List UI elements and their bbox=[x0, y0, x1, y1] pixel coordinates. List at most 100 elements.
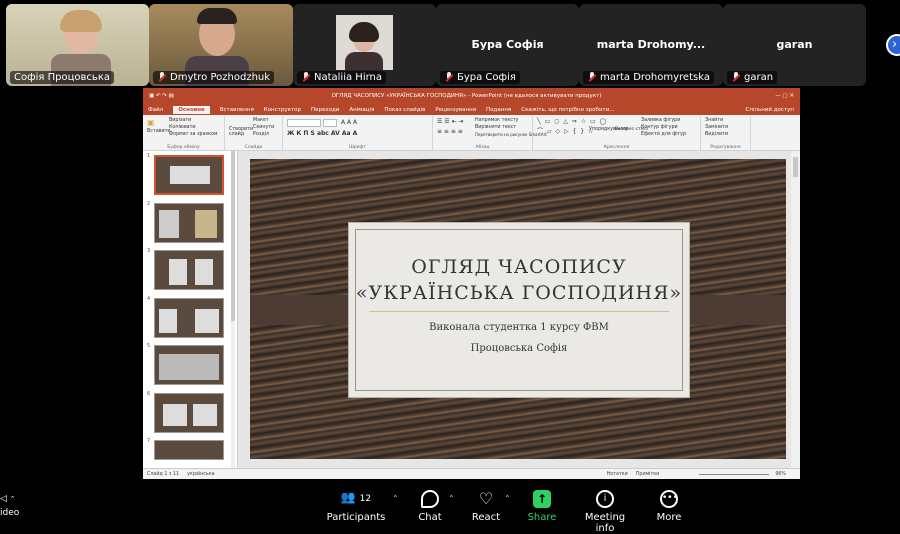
text-direction-button[interactable]: Напрямок тексту bbox=[475, 118, 519, 123]
format-painter-button[interactable]: Формат за зразком bbox=[169, 132, 218, 137]
participant-tile-4[interactable]: Бура Софія Бура Софія bbox=[436, 4, 579, 86]
select-button[interactable]: Виділити bbox=[705, 132, 728, 137]
layout-button[interactable]: Макет bbox=[253, 118, 269, 123]
tab-slideshow[interactable]: Показ слайдів bbox=[384, 107, 425, 113]
more-button[interactable]: ••• More bbox=[652, 490, 686, 523]
thumb-number: 4 bbox=[147, 296, 151, 302]
thumb-number: 3 bbox=[147, 248, 151, 254]
shape-outline-button[interactable]: Контур фігури bbox=[641, 125, 678, 130]
participant-title: garan bbox=[776, 38, 813, 51]
mic-muted-icon bbox=[587, 72, 597, 83]
share-doc-button[interactable]: Спільний доступ bbox=[746, 107, 800, 113]
participants-button[interactable]: 👥 12 Participants bbox=[326, 490, 386, 523]
font-group: A A A Ж К П S abc AV Aa A Шрифт bbox=[283, 116, 433, 150]
tab-view[interactable]: Подання bbox=[486, 107, 511, 113]
editor-scrollbar[interactable] bbox=[791, 151, 800, 468]
chat-caret[interactable]: ⌃ bbox=[448, 494, 455, 503]
paste-button[interactable]: Вставити bbox=[147, 129, 171, 134]
participant-title: marta Drohomy... bbox=[596, 38, 706, 51]
tab-file[interactable]: Файл bbox=[148, 107, 163, 113]
font-name-input[interactable] bbox=[287, 119, 321, 127]
meeting-info-button[interactable]: i Meeting info bbox=[576, 490, 634, 534]
slide-subtitle-line1[interactable]: Виконала студентка 1 курсу ФВМ bbox=[349, 322, 689, 333]
react-caret[interactable]: ⌃ bbox=[504, 494, 511, 503]
section-button[interactable]: Розділ bbox=[253, 132, 269, 137]
cut-button[interactable]: Вирізати bbox=[169, 118, 191, 123]
slide-thumb-7[interactable] bbox=[154, 440, 224, 460]
group-label: Буфер обміну bbox=[167, 145, 200, 150]
slide-thumb-5[interactable] bbox=[154, 345, 224, 385]
thumb-number: 1 bbox=[147, 153, 151, 159]
share-arrow-icon: ↑ bbox=[533, 490, 551, 508]
font-size-input[interactable] bbox=[323, 119, 337, 127]
notes-button[interactable]: Нотатки bbox=[607, 472, 628, 477]
slides-group: Створити слайд Макет Скинути Розділ Слай… bbox=[225, 116, 283, 150]
tab-review[interactable]: Рецензування bbox=[435, 107, 476, 113]
paste-icon: ▣ bbox=[147, 118, 155, 127]
slide-title-line1[interactable]: ОГЛЯД ЧАСОПИСУ bbox=[349, 256, 689, 278]
tab-insert[interactable]: Вставлення bbox=[220, 107, 254, 113]
new-slide-button[interactable]: Створити слайд bbox=[229, 127, 253, 137]
replace-button[interactable]: Замінити bbox=[705, 125, 728, 130]
find-button[interactable]: Знайти bbox=[705, 118, 723, 123]
react-button[interactable]: ♡ React bbox=[468, 489, 504, 524]
next-page-button[interactable]: › bbox=[886, 34, 900, 56]
shape-effects-button[interactable]: Ефекти для фігур bbox=[641, 132, 686, 137]
slide-title-line2[interactable]: «УКРАЇНСЬКА ГОСПОДИНЯ» bbox=[349, 282, 689, 304]
tab-transitions[interactable]: Переходи bbox=[311, 107, 339, 113]
decorative-band bbox=[250, 295, 358, 325]
participants-icon: 👥 12 bbox=[340, 490, 372, 504]
slide-thumb-4[interactable] bbox=[154, 298, 224, 338]
participant-name: Dmytro Pozhodzhuk bbox=[153, 71, 275, 84]
slide-thumb-3[interactable] bbox=[154, 250, 224, 290]
zoom-slider[interactable] bbox=[699, 473, 770, 475]
reset-button[interactable]: Скинути bbox=[253, 125, 274, 130]
participant-name: marta Drohomyretska bbox=[583, 71, 714, 84]
chat-icon bbox=[421, 490, 439, 508]
slide-thumb-1[interactable] bbox=[154, 155, 224, 195]
language-indicator: українська bbox=[187, 471, 215, 477]
participant-tile-3[interactable]: Nataliia Hirna bbox=[293, 4, 436, 86]
participants-caret[interactable]: ⌃ bbox=[392, 494, 399, 503]
video-button[interactable]: ◁ ⌃ ideo bbox=[0, 494, 19, 518]
tab-animations[interactable]: Анімація bbox=[349, 107, 374, 113]
title-bar: ▣ ↶ ↷ ▤ ОГЛЯД ЧАСОПИСУ «УКРАЇНСЬКА ГОСПО… bbox=[143, 88, 800, 104]
chat-button[interactable]: Chat bbox=[412, 490, 448, 523]
current-slide[interactable]: ОГЛЯД ЧАСОПИСУ «УКРАЇНСЬКА ГОСПОДИНЯ» Ви… bbox=[250, 159, 786, 459]
editing-group: Знайти Замінити Виділити Редагування bbox=[701, 116, 751, 150]
group-label: Слайди bbox=[244, 145, 263, 150]
comments-button[interactable]: Примітки bbox=[636, 472, 660, 477]
participant-tile-1[interactable]: Софія Процовська bbox=[6, 4, 149, 86]
window-title: ОГЛЯД ЧАСОПИСУ «УКРАЇНСЬКА ГОСПОДИНЯ» - … bbox=[331, 93, 602, 99]
participant-title: Бура Софія bbox=[471, 38, 544, 51]
slide-thumb-2[interactable] bbox=[154, 203, 224, 243]
slide-subtitle-line2[interactable]: Процовська Софія bbox=[349, 343, 689, 354]
participant-strip: Софія Процовська Dmytro Pozhodzhuk Natal… bbox=[0, 0, 900, 88]
quick-access-icons[interactable]: ▣ ↶ ↷ ▤ bbox=[143, 93, 203, 99]
tab-home[interactable]: Основне bbox=[173, 105, 210, 114]
tell-me-search[interactable]: Скажіть, що потрібно зробити... bbox=[521, 107, 614, 113]
decorative-band bbox=[678, 295, 786, 325]
slide-thumb-6[interactable] bbox=[154, 393, 224, 433]
align-text-button[interactable]: Вирівняти текст bbox=[475, 125, 516, 130]
font-format-buttons[interactable]: Ж К П S abc AV Aa A bbox=[287, 130, 357, 137]
heart-icon: ♡ bbox=[478, 489, 494, 508]
copy-button[interactable]: Копіювати bbox=[169, 125, 196, 130]
participant-tile-5[interactable]: marta Drohomy... marta Drohomyretska bbox=[579, 4, 723, 86]
participant-tile-2[interactable]: Dmytro Pozhodzhuk bbox=[149, 4, 293, 86]
editor-area: 1 2 3 4 5 6 7 ОГЛЯД ЧАСОПИСУ «УКРАЇНСЬКА… bbox=[143, 151, 800, 468]
zoom-level[interactable]: 96% bbox=[775, 472, 786, 477]
shape-fill-button[interactable]: Заливка фігури bbox=[641, 118, 680, 123]
participant-name: garan bbox=[727, 71, 778, 84]
align-buttons[interactable]: ≡ ≡ ≡ ≡ bbox=[437, 128, 463, 135]
slide-thumbnails: 1 2 3 4 5 6 7 bbox=[143, 151, 238, 468]
zoom-toolbar: ◁ ⌃ ideo 👥 12 Participants ⌃ Chat ⌃ ♡ Re… bbox=[0, 480, 900, 534]
shapes-gallery[interactable]: ╲ ▭ ○ △ ⇒ ☆ ▭ ◯ bbox=[537, 118, 607, 125]
list-buttons[interactable]: ☰ ☰ ⇤ ⇥ bbox=[437, 118, 464, 125]
tab-design[interactable]: Конструктор bbox=[264, 107, 301, 113]
participant-tile-6[interactable]: garan garan bbox=[723, 4, 866, 86]
share-screen-button[interactable]: ↑ Share bbox=[524, 490, 560, 523]
slide-counter: Слайд 1 з 11 bbox=[147, 471, 180, 477]
thumb-number: 7 bbox=[147, 438, 151, 444]
info-icon: i bbox=[596, 490, 614, 508]
